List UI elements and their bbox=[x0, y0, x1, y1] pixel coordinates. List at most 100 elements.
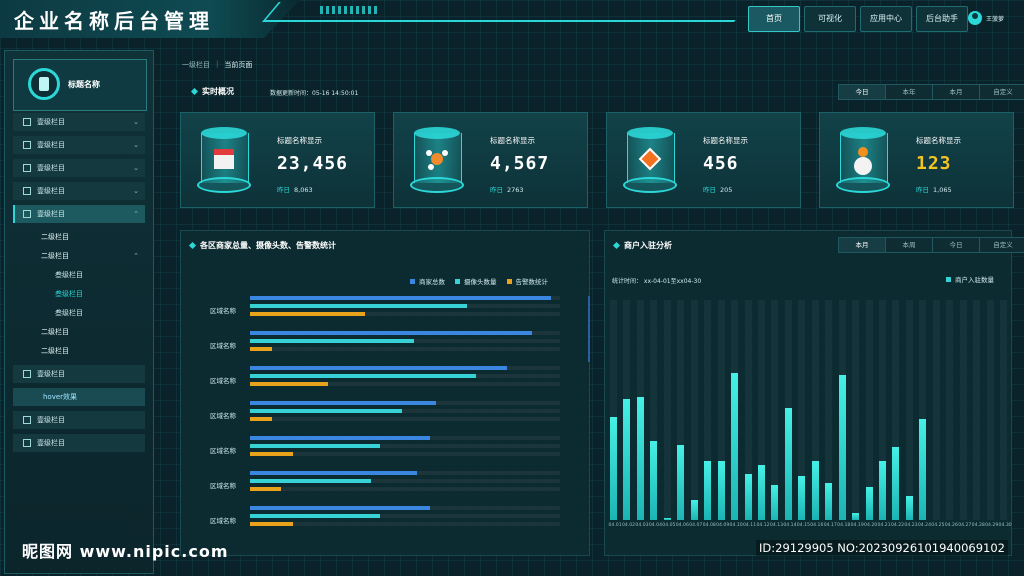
chevron-down-icon: ⌄ bbox=[133, 141, 139, 149]
column-bar[interactable] bbox=[838, 374, 846, 520]
sidebar-item-1[interactable]: 壹级栏目 ⌄ bbox=[13, 113, 145, 131]
submenu-l3-item[interactable]: 叁级栏目 bbox=[13, 304, 145, 323]
range-year[interactable]: 本年 bbox=[886, 85, 933, 99]
range-today[interactable]: 今日 bbox=[933, 238, 980, 252]
logo-box: 标题名称 bbox=[13, 59, 147, 111]
sidebar-item-7[interactable]: 壹级栏目 bbox=[13, 411, 145, 429]
bar-cameras[interactable] bbox=[250, 339, 415, 343]
menu-icon bbox=[23, 439, 31, 447]
submenu-l2-item[interactable]: 二级栏目 bbox=[13, 323, 145, 342]
bar-merchants[interactable] bbox=[250, 296, 551, 300]
range-week[interactable]: 本周 bbox=[886, 238, 933, 252]
sidebar-item-6[interactable]: 壹级栏目 bbox=[13, 365, 145, 383]
sidebar-item-8[interactable]: 壹级栏目 bbox=[13, 434, 145, 452]
bar-merchants[interactable] bbox=[250, 366, 508, 370]
bar-alerts[interactable] bbox=[250, 382, 328, 386]
submenu-l2-item-open[interactable]: 二级栏目 ⌃ bbox=[13, 247, 145, 266]
user-menu[interactable]: 王菠萝 bbox=[968, 11, 1004, 25]
sidebar-item-5-open[interactable]: 壹级栏目 ⌃ bbox=[13, 205, 145, 223]
bar-cameras[interactable] bbox=[250, 374, 477, 378]
server-icon bbox=[197, 125, 251, 195]
bar-merchants[interactable] bbox=[250, 436, 430, 440]
range-month[interactable]: 本月 bbox=[839, 238, 886, 252]
column-bar[interactable] bbox=[757, 465, 765, 520]
column-bar[interactable] bbox=[892, 447, 900, 520]
bar-alerts[interactable] bbox=[250, 522, 294, 526]
nav-assistant[interactable]: 后台助手 bbox=[916, 6, 968, 32]
bar-alerts[interactable] bbox=[250, 347, 272, 351]
breadcrumb-level1[interactable]: 一级栏目 bbox=[182, 60, 210, 70]
bar-merchants[interactable] bbox=[250, 331, 533, 335]
column-bar[interactable] bbox=[650, 440, 658, 520]
column-bar[interactable] bbox=[677, 445, 685, 520]
card-yesterday: 昨日 8,063 bbox=[277, 186, 313, 194]
x-tick-label: 04.30 bbox=[998, 523, 1012, 528]
bar-merchants[interactable] bbox=[250, 471, 418, 475]
column-bar[interactable] bbox=[784, 407, 792, 520]
bar-cameras[interactable] bbox=[250, 304, 467, 308]
x-tick-label: 04.10 bbox=[729, 523, 743, 528]
x-tick-label: 04.06 bbox=[675, 523, 689, 528]
sidebar-item-2[interactable]: 壹级栏目 ⌄ bbox=[13, 136, 145, 154]
nav-visualization[interactable]: 可视化 bbox=[804, 6, 856, 32]
column-bar[interactable] bbox=[623, 399, 631, 520]
bar-alerts[interactable] bbox=[250, 487, 281, 491]
range-month[interactable]: 本月 bbox=[933, 85, 980, 99]
bar-merchants[interactable] bbox=[250, 506, 430, 510]
column-bar[interactable] bbox=[610, 416, 617, 520]
column-background bbox=[986, 300, 994, 520]
region-label: 区域名称 bbox=[210, 342, 236, 350]
column-bar[interactable] bbox=[919, 418, 927, 520]
bar-alerts[interactable] bbox=[250, 417, 272, 421]
sidebar-item-hover[interactable]: hover效果 bbox=[13, 388, 145, 406]
stat-card[interactable]: 标题名称显示 23,456 昨日 8,063 bbox=[180, 112, 375, 208]
column-bar[interactable] bbox=[825, 482, 833, 520]
chevron-up-icon: ⌃ bbox=[133, 210, 139, 218]
scrollbar[interactable] bbox=[588, 296, 590, 362]
column-bar[interactable] bbox=[663, 517, 671, 520]
range-custom[interactable]: 自定义 bbox=[980, 238, 1024, 252]
column-background bbox=[946, 300, 954, 520]
column-bar[interactable] bbox=[905, 495, 913, 520]
sidebar-item-3[interactable]: 壹级栏目 ⌄ bbox=[13, 159, 145, 177]
x-tick-label: 04.07 bbox=[689, 523, 703, 528]
column-bar[interactable] bbox=[717, 460, 725, 520]
x-tick-label: 04.01 bbox=[608, 523, 622, 528]
column-bar[interactable] bbox=[731, 372, 739, 520]
column-bar[interactable] bbox=[690, 500, 698, 520]
stat-card[interactable]: 标题名称显示 123 昨日 1,065 bbox=[819, 112, 1014, 208]
stat-card[interactable]: 标题名称显示 4,567 昨日 2763 bbox=[393, 112, 588, 208]
bar-cameras[interactable] bbox=[250, 409, 402, 413]
range-today[interactable]: 今日 bbox=[839, 85, 886, 99]
bar-cameras[interactable] bbox=[250, 514, 381, 518]
submenu-l2-item[interactable]: 二级栏目 bbox=[13, 228, 145, 247]
submenu-l3-item[interactable]: 叁级栏目 bbox=[13, 266, 145, 285]
nav-app-center[interactable]: 应用中心 bbox=[860, 6, 912, 32]
sidebar-item-4[interactable]: 壹级栏目 ⌄ bbox=[13, 182, 145, 200]
column-bar[interactable] bbox=[771, 484, 779, 520]
submenu-l3-item-active[interactable]: 叁级栏目 bbox=[13, 285, 145, 304]
column-bar[interactable] bbox=[636, 396, 644, 520]
stat-card[interactable]: 标题名称显示 456 昨日 205 bbox=[606, 112, 801, 208]
region-legend: 商家总数 摄像头数量 告警数统计 bbox=[410, 276, 548, 286]
column-bar[interactable] bbox=[704, 460, 712, 520]
column-bar[interactable] bbox=[811, 460, 819, 520]
bar-cameras[interactable] bbox=[250, 444, 381, 448]
column-bar[interactable] bbox=[852, 513, 860, 520]
chevron-up-icon: ⌃ bbox=[133, 252, 139, 260]
column-bar[interactable] bbox=[798, 476, 806, 520]
bar-cameras[interactable] bbox=[250, 479, 371, 483]
bar-alerts[interactable] bbox=[250, 312, 365, 316]
nav-home[interactable]: 首页 bbox=[748, 6, 800, 32]
x-tick-label: 04.20 bbox=[864, 523, 878, 528]
card-yesterday: 昨日 205 bbox=[703, 186, 733, 194]
submenu-l2-item[interactable]: 二级栏目 bbox=[13, 342, 145, 361]
column-bar[interactable] bbox=[879, 460, 886, 520]
bar-merchants[interactable] bbox=[250, 401, 436, 405]
column-bar[interactable] bbox=[865, 487, 873, 520]
column-bar[interactable] bbox=[744, 473, 752, 520]
submenu-l2-label: 二级栏目 bbox=[41, 252, 69, 260]
range-custom[interactable]: 自定义 bbox=[980, 85, 1024, 99]
bar-alerts[interactable] bbox=[250, 452, 294, 456]
watermark-right: ID:29129905 NO:20230926101940069102 bbox=[756, 540, 1008, 556]
